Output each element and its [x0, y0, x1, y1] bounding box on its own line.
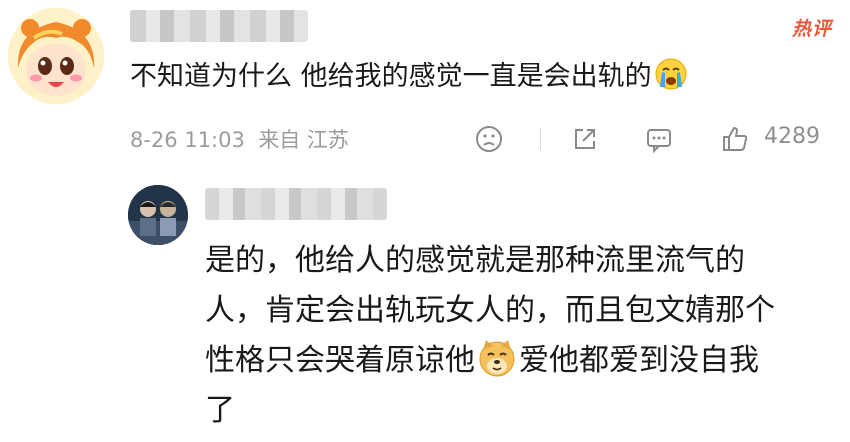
comment-text-content: 不知道为什么 他给我的感觉一直是会出轨的 [130, 61, 652, 92]
reply-line-3a: 性格只会哭着原谅他 [205, 343, 475, 378]
comment-meta-text: 8-26 11:03 来自 江苏 [130, 124, 349, 154]
replier-name-blurred[interactable] [205, 188, 387, 220]
reply-avatar[interactable] [128, 185, 188, 245]
reply-line-3b: 爱他都爱到没自我 [519, 343, 759, 378]
hot-comment-badge: 热评 [791, 18, 832, 40]
thumbs-up-icon[interactable] [718, 122, 752, 156]
reply-text: 是的，他给人的感觉就是那种流里流气的 人，肯定会出轨玩女人的，而且包文婧那个 性… [205, 236, 825, 436]
reply-avatar-image [128, 185, 188, 245]
reply-line-3: 性格只会哭着原谅他 爱他都爱到没自我 [205, 336, 825, 386]
dislike-face-icon[interactable] [472, 122, 506, 156]
reply-line-1: 是的，他给人的感觉就是那种流里流气的 [205, 243, 745, 278]
commenter-name-blurred[interactable] [130, 10, 308, 42]
reply-line-4: 了 [205, 393, 235, 428]
commenter-avatar[interactable] [8, 8, 104, 104]
comment-location: 来自 江苏 [258, 128, 349, 152]
share-icon[interactable] [568, 122, 602, 156]
comment-bubble-icon[interactable] [642, 122, 676, 156]
like-count: 4289 [764, 124, 820, 149]
comment-date: 8-26 11:03 [130, 128, 245, 152]
comment-text: 不知道为什么 他给我的感觉一直是会出轨的 [130, 57, 688, 97]
cartoon-girl-avatar-image [8, 8, 104, 104]
crying-face-emoji-icon [654, 57, 688, 91]
doge-emoji-icon [477, 338, 517, 378]
comment-meta-row: 8-26 11:03 来自 江苏 4289 [130, 120, 830, 156]
meta-divider [540, 128, 541, 150]
reply-line-2: 人，肯定会出轨玩女人的，而且包文婧那个 [205, 293, 775, 328]
